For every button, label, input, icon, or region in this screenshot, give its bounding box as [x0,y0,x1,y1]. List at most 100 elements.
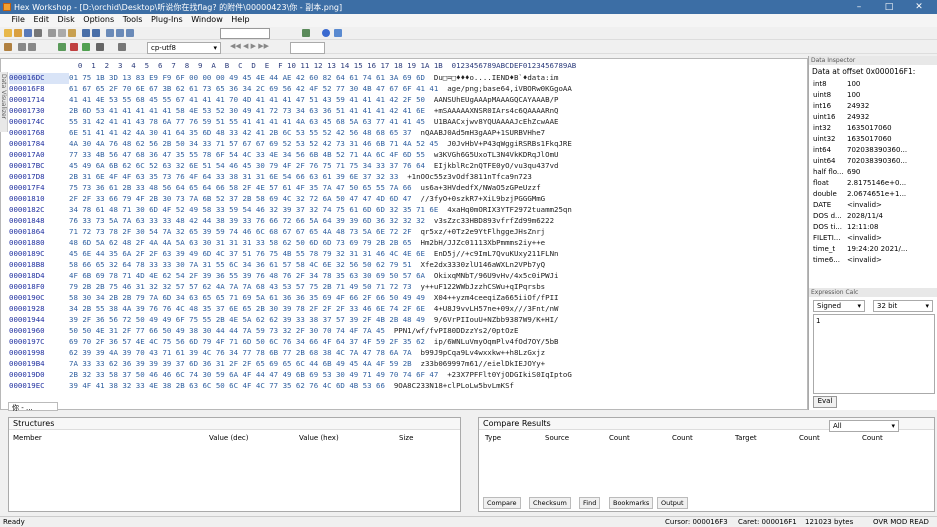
find-icon[interactable] [106,29,114,37]
tab-find[interactable]: Find [579,497,601,509]
row-hex[interactable]: 7A 33 33 62 36 39 39 39 37 6D 36 31 2F 2… [69,359,412,368]
nav-arrows[interactable]: ◀◀ ◀ ▶ ▶▶ [230,42,269,50]
goto-input[interactable] [220,28,270,39]
row-hex[interactable]: 6E 51 41 41 42 4A 30 41 64 35 6D 48 33 4… [69,128,412,137]
row-ascii[interactable]: z33b069997m61//eielDkIEJOYy+ [421,359,546,368]
checksum-icon[interactable] [58,43,66,51]
structure-icon[interactable] [82,43,90,51]
col-member[interactable]: Member [13,434,42,442]
menu-plugins[interactable]: Plug-Ins [148,14,186,25]
row-ascii[interactable]: //3fyO+0szkR7+XiL9bzjPGGGMmG [421,194,546,203]
inspector-row[interactable]: int16 24932 [809,102,937,113]
inspector-row[interactable]: uint8 100 [809,91,937,102]
edit-icon[interactable] [4,43,12,51]
row-hex[interactable]: 58 30 34 2B 2B 79 7A 6D 34 63 65 65 71 6… [69,293,425,302]
row-ascii[interactable]: Xfe2dx3330zlU146aWXLn2VPb7yQ [421,260,546,269]
hex-row[interactable]: 000017F4 75 73 36 61 2B 33 48 56 64 65 64… [9,183,541,194]
tab-output[interactable]: Output [657,497,688,509]
row-ascii[interactable]: nQAABJ0Ad5mH3gAAP+1SURBVHhe7 [421,128,546,137]
bits-select[interactable]: 32 bit ▾ [873,300,933,312]
row-ascii[interactable]: Du□=□♦♦♦o....IEND♦B`♦data:im [434,73,559,82]
row-hex[interactable]: 39 2F 36 56 72 50 49 49 6F 75 55 2B 4E 5… [69,315,425,324]
row-hex[interactable]: 01 75 1B 3D 13 83 E9 F9 6F 00 00 00 49 4… [69,73,425,82]
hex-row[interactable]: 00001810 2F 2F 33 66 79 4F 2B 30 73 7A 6B… [9,194,545,205]
row-ascii[interactable]: EnD5j//+c9ImL7QvuKUxy211FLNn [434,249,559,258]
hex-row[interactable]: 00001998 62 39 39 4A 39 70 43 71 61 39 4C… [9,348,545,359]
hex-row[interactable]: 000018B8 58 66 65 32 64 78 33 33 30 7A 31… [9,260,545,271]
row-hex[interactable]: 71 72 73 78 2F 30 54 7A 32 65 39 59 74 4… [69,227,412,236]
compare-filter-select[interactable]: All ▾ [829,420,899,432]
row-ascii[interactable]: qr5xz/+0Tz2e9YtFlhggeJHsZnrj [421,227,546,236]
inspector-row[interactable]: int8 100 [809,80,937,91]
hex-row[interactable]: 000017A0 77 33 4B 56 47 68 36 47 35 55 78… [9,150,558,161]
eval-button[interactable]: Eval [813,396,837,408]
inspector-row[interactable]: DOS d... 2028/11/4 [809,212,937,223]
row-ascii[interactable]: 4+U8J9vvLH57ne+09x///3Fnt/nW [434,304,559,313]
row-ascii[interactable]: +23X7PFFlt0YjODGIkiS0IqIptoG [447,370,572,379]
hex-row[interactable]: 0000174C 55 31 42 41 41 43 78 6A 77 76 59… [9,117,558,128]
hex-row[interactable]: 0000190C 58 30 34 2B 2B 79 7A 6D 34 63 65… [9,293,558,304]
block-copy-icon[interactable] [18,43,26,51]
hex-row[interactable]: 000017D8 2B 31 6E 4F 4F 63 35 73 76 4F 64… [9,172,532,183]
row-ascii[interactable]: +mSAAAAAXNSR0IArs4c6QAAAARnQ [434,106,559,115]
row-ascii[interactable]: Hm2bH/JJZc01113XbPmmms2iy++e [421,238,546,247]
cut-icon[interactable] [48,29,56,37]
row-hex[interactable]: 50 50 4E 31 2F 77 66 50 49 38 30 44 44 7… [69,326,385,335]
row-hex[interactable]: 79 2B 2B 75 46 31 32 32 57 57 62 4A 7A 7… [69,282,412,291]
document-tab[interactable]: 你 - ... [8,402,58,412]
row-hex[interactable]: 41 41 4E 53 55 68 45 55 67 41 41 41 70 4… [69,95,425,104]
table-icon[interactable] [118,43,126,51]
row-ascii[interactable]: us6a+3HVdedfX/NWaO5zGPeUzzf [421,183,541,192]
row-ascii[interactable]: w3KVGh6G5UxoTL3N4VkKDRqJlOmU [434,150,559,159]
row-hex[interactable]: 55 31 42 41 41 43 78 6A 77 76 59 51 55 4… [69,117,425,126]
hex-row[interactable]: 00001848 76 33 73 5A 7A 63 33 33 48 42 44… [9,216,554,227]
col-count-2[interactable]: Count [672,434,693,442]
hex-row[interactable]: 000018D4 4F 6B 69 78 71 4D 4E 62 54 2F 39… [9,271,558,282]
hex-row[interactable]: 000016DC 01 75 1B 3D 13 83 E9 F9 6F 00 00… [9,73,558,84]
inspector-row[interactable]: uint16 24932 [809,113,937,124]
hex-row[interactable]: 00001714 41 41 4E 53 55 68 45 55 67 41 41… [9,95,558,106]
inspector-row[interactable]: FILETI... <invalid> [809,234,937,245]
row-ascii[interactable]: age/png;base64,iVBORw0KGgoAA [447,84,572,93]
window-icon[interactable] [334,29,342,37]
info-icon[interactable] [322,29,330,37]
row-hex[interactable]: 39 4F 41 38 32 33 4E 38 2B 63 6C 50 6C 4… [69,381,385,390]
hex-row[interactable]: 000019D0 2B 32 33 58 37 50 46 46 6C 74 30… [9,370,572,381]
row-hex[interactable]: 2B 31 6E 4F 4F 63 35 73 76 4F 64 33 38 3… [69,172,398,181]
inspector-row[interactable]: DOS ti... 12:11:08 [809,223,937,234]
row-ascii[interactable]: AANSUhEUgAAApMAAAGQCAYAAAB/P [434,95,559,104]
col-count-1[interactable]: Count [609,434,630,442]
hex-row[interactable]: 00001960 50 50 4E 31 2F 77 66 50 49 38 30… [9,326,518,337]
row-ascii[interactable]: J0JvHbV+P43qWggiRSRBs1FkqJRE [447,139,572,148]
row-ascii[interactable]: PPN1/wf/fvPI80DDzzYs2/0ptOzE [394,326,519,335]
hex-row[interactable]: 000017BC 45 49 6A 6B 62 6C 52 63 32 6E 51… [9,161,558,172]
tab-compare[interactable]: Compare [483,497,521,509]
row-hex[interactable]: 4A 30 4A 76 48 62 56 2B 50 34 33 71 57 6… [69,139,438,148]
menu-edit[interactable]: Edit [30,14,52,25]
row-hex[interactable]: 45 6E 44 35 6A 2F 2F 63 39 49 6D 4C 37 5… [69,249,425,258]
paste-icon[interactable] [68,29,76,37]
minimize-button[interactable]: – [846,1,872,13]
grid-icon[interactable] [96,43,104,51]
menu-help[interactable]: Help [228,14,252,25]
close-button[interactable]: ✕ [906,1,932,13]
tab-bookmarks[interactable]: Bookmarks [609,497,654,509]
menu-tools[interactable]: Tools [120,14,146,25]
undo-icon[interactable] [82,29,90,37]
col-target[interactable]: Target [735,434,757,442]
col-value-hex[interactable]: Value (hex) [299,434,339,442]
col-count-3[interactable]: Count [799,434,820,442]
hex-row[interactable]: 00001880 48 6D 5A 62 48 2F 4A 4A 5A 63 30… [9,238,545,249]
compare-icon[interactable] [302,29,310,37]
row-hex[interactable]: 77 33 4B 56 47 68 36 47 35 55 78 6F 54 4… [69,150,425,159]
hex-row[interactable]: 00001730 2B 6D 53 41 41 41 41 41 58 4E 53… [9,106,558,117]
data-visualizer-tab[interactable]: Data Visualizer [0,72,8,132]
page-select[interactable] [290,42,325,54]
inspector-row[interactable]: time6... <invalid> [809,256,937,267]
redo-icon[interactable] [92,29,100,37]
row-hex[interactable]: 48 6D 5A 62 48 2F 4A 4A 5A 63 30 31 31 3… [69,238,412,247]
row-hex[interactable]: 61 67 65 2F 70 6E 67 3B 62 61 73 65 36 3… [69,84,438,93]
hex-row[interactable]: 00001928 34 2B 55 38 4A 39 76 76 4C 48 35… [9,304,558,315]
row-hex[interactable]: 75 73 36 61 2B 33 48 56 64 65 64 66 58 2… [69,183,412,192]
maximize-button[interactable]: □ [876,1,902,13]
